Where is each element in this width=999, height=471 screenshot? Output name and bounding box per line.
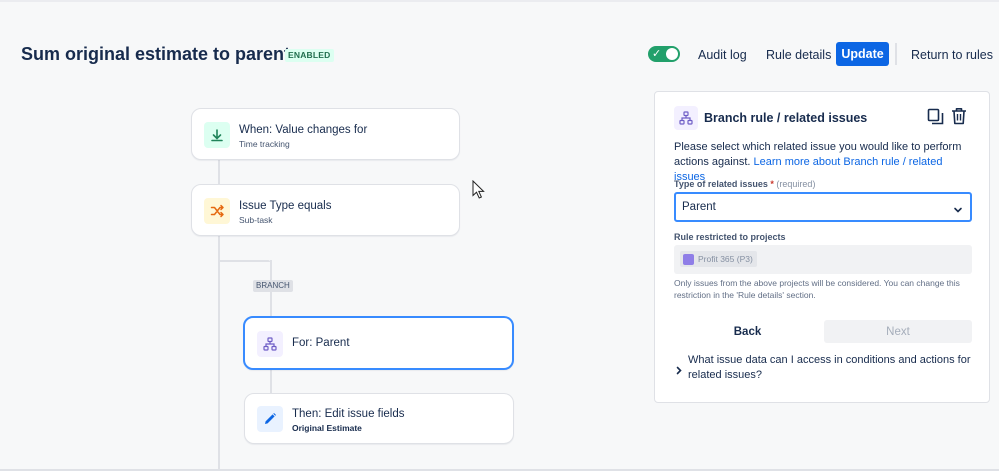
toggle-knob [666,48,678,60]
check-icon: ✓ [652,48,662,60]
branch-config-panel: Branch rule / related issues Please sele… [654,91,990,403]
action-title: Then: Edit issue fields [292,408,405,420]
back-button[interactable]: Back [674,320,821,343]
mouse-cursor-icon [472,179,486,205]
rule-enabled-toggle[interactable]: ✓ [648,46,680,62]
flow-connector [218,159,220,185]
header-divider [895,43,897,65]
projects-label: Rule restricted to projects [674,232,786,242]
chevron-down-icon [953,202,963,220]
branch-card[interactable]: For: Parent [243,316,514,370]
branch-connector [218,260,270,262]
related-issues-value: Parent [682,201,716,213]
condition-card[interactable]: Issue Type equals Sub-task [191,184,460,236]
project-avatar [683,253,694,265]
faq-expander[interactable]: What issue data can I access in conditio… [688,353,973,383]
chevron-right-icon[interactable] [675,362,683,380]
project-name: Profit 365 (P3) [698,254,753,264]
condition-title: Issue Type equals [239,200,332,212]
hierarchy-icon [674,106,698,130]
required-text: (required) [776,179,816,189]
next-button[interactable]: Next [824,320,972,343]
update-button[interactable]: Update [836,42,889,66]
project-chip: Profit 365 (P3) [680,251,757,267]
related-issues-label-text: Type of related issues [674,179,768,189]
download-arrow-icon [204,122,230,148]
shuffle-icon [204,198,230,224]
hierarchy-icon [257,331,283,357]
rule-title: Sum original estimate to parent [21,44,291,64]
top-border [0,0,999,2]
projects-help-text: Only issues from the above projects will… [674,278,960,300]
branch-label: BRANCH [253,280,293,292]
related-issues-select[interactable]: Parent [674,192,972,222]
trigger-card[interactable]: When: Value changes for Time tracking [191,108,460,160]
return-to-rules-button[interactable]: Return to rules [911,48,993,62]
branch-title: For: Parent [292,337,350,349]
status-badge: ENABLED [285,49,334,62]
flow-connector [218,236,220,471]
audit-log-button[interactable]: Audit log [698,48,747,62]
rule-details-button[interactable]: Rule details [766,48,831,62]
required-star: * [770,179,774,189]
copy-icon[interactable] [927,108,944,130]
action-card[interactable]: Then: Edit issue fields Original Estimat… [244,393,514,444]
branch-connector [270,368,272,394]
trigger-subtitle: Time tracking [239,139,290,149]
projects-field: Profit 365 (P3) [674,245,972,274]
trigger-title: When: Value changes for [239,124,368,136]
action-subtitle: Original Estimate [292,423,362,433]
related-issues-label: Type of related issues * (required) [674,179,815,189]
pencil-icon [257,406,283,432]
condition-subtitle: Sub-task [239,215,273,225]
panel-title: Branch rule / related issues [704,111,868,125]
trash-icon[interactable] [951,107,967,130]
